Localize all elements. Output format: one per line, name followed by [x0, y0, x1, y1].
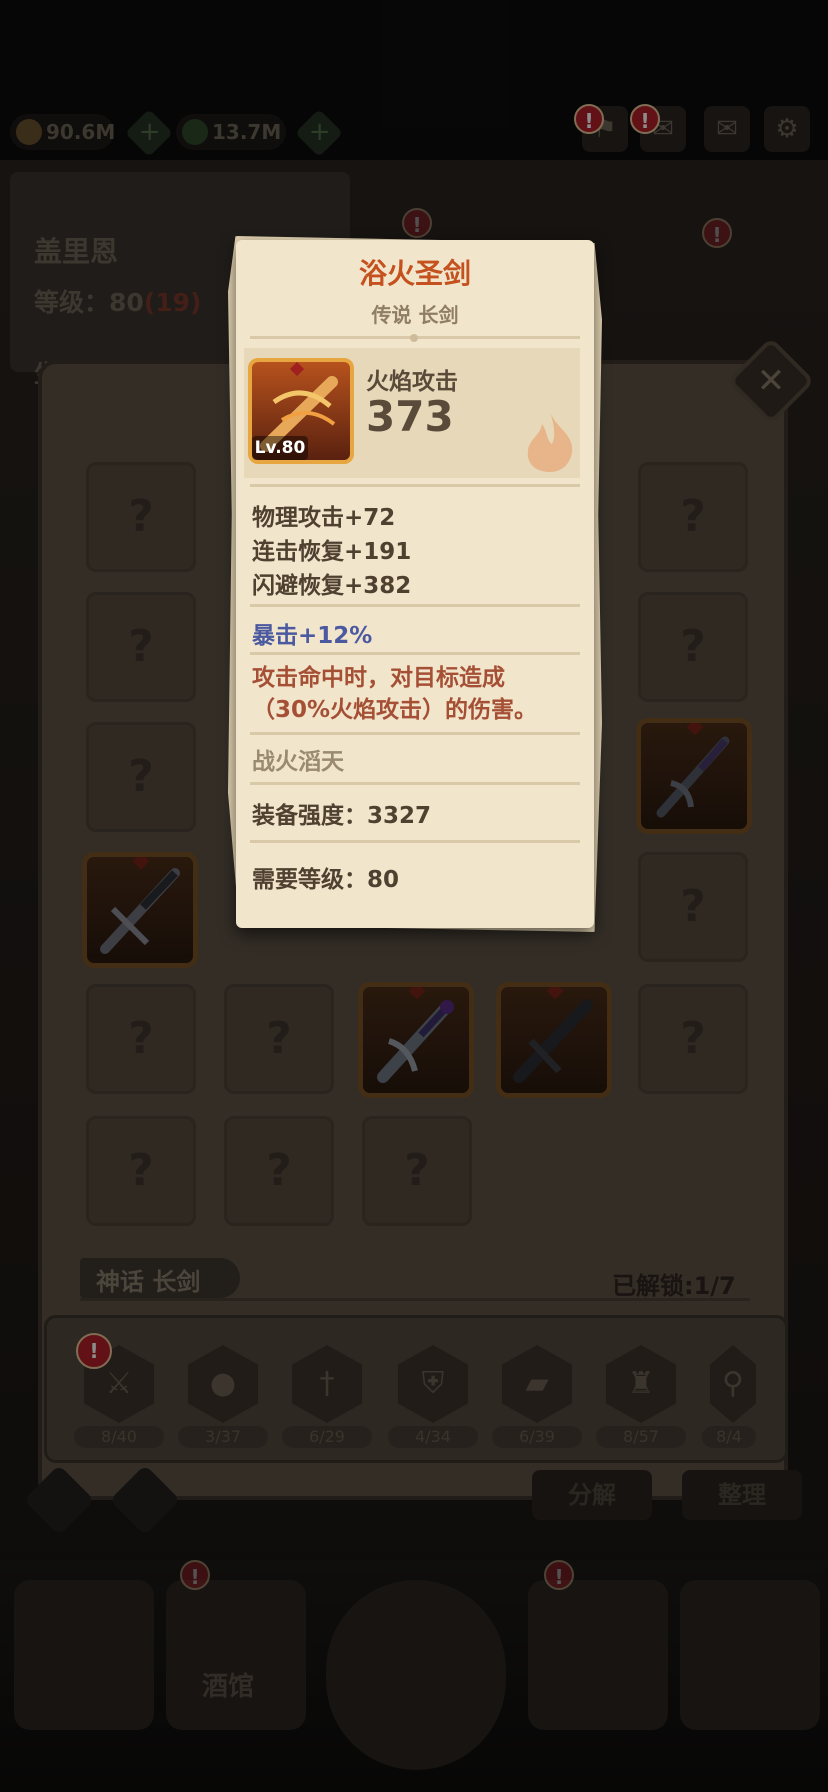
crit-divider	[250, 652, 580, 655]
main-stat-name: 火焰攻击	[366, 369, 458, 395]
stat-line: 闪避恢复+382	[252, 573, 412, 599]
item-subtitle: 传说 长剑	[371, 303, 459, 327]
stat-line: 物理攻击+72	[252, 505, 396, 531]
crit-bonus: 暴击+12%	[252, 623, 373, 649]
description-divider	[250, 732, 580, 735]
stats-divider	[250, 604, 580, 607]
stat-line: 连击恢复+191	[252, 539, 412, 565]
fire-element-icon	[527, 412, 573, 472]
effect-description: 攻击命中时，对目标造成（30%火焰攻击）的伤害。	[252, 665, 538, 723]
equipment-power: 装备强度：3327	[252, 803, 432, 829]
main-stat-value: 373	[366, 392, 454, 441]
set-divider	[250, 782, 580, 785]
stats-divider	[250, 484, 580, 487]
item-title: 浴火圣剑	[358, 257, 471, 290]
set-name: 战火滔天	[252, 749, 344, 775]
required-level: 需要等级：80	[252, 867, 400, 893]
item-level-label: Lv.80	[252, 436, 308, 460]
power-divider	[250, 840, 580, 843]
divider-ornament	[410, 334, 418, 342]
